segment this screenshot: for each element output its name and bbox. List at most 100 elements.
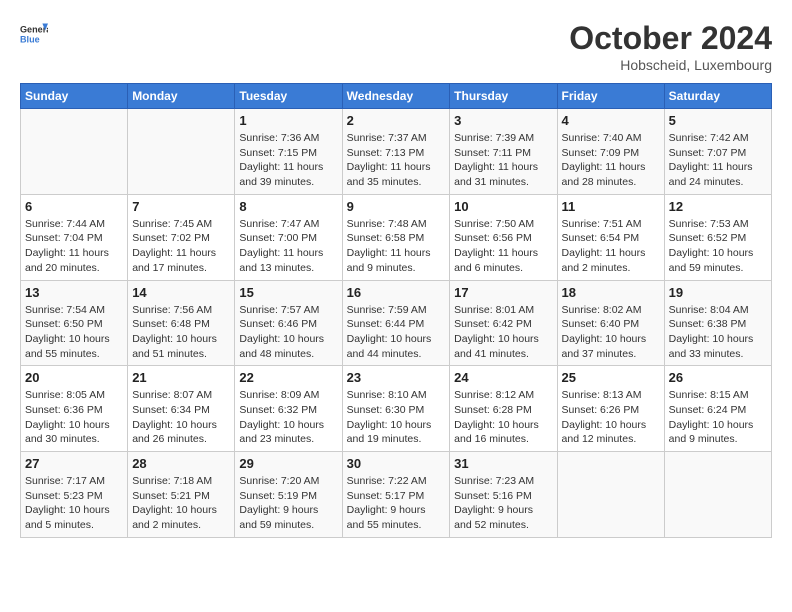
calendar-cell — [557, 452, 664, 538]
day-info: Sunrise: 7:20 AM Sunset: 5:19 PM Dayligh… — [239, 474, 337, 533]
day-info: Sunrise: 7:22 AM Sunset: 5:17 PM Dayligh… — [347, 474, 446, 533]
calendar-cell: 30 Sunrise: 7:22 AM Sunset: 5:17 PM Dayli… — [342, 452, 450, 538]
day-number: 28 — [132, 456, 230, 471]
day-info: Sunrise: 8:12 AM Sunset: 6:28 PM Dayligh… — [454, 388, 552, 447]
header-row: SundayMondayTuesdayWednesdayThursdayFrid… — [21, 84, 772, 109]
day-number: 2 — [347, 113, 446, 128]
calendar-cell: 1 Sunrise: 7:36 AM Sunset: 7:15 PM Daylig… — [235, 109, 342, 195]
day-info: Sunrise: 7:39 AM Sunset: 7:11 PM Dayligh… — [454, 131, 552, 190]
day-number: 7 — [132, 199, 230, 214]
day-number: 11 — [562, 199, 660, 214]
day-info: Sunrise: 8:01 AM Sunset: 6:42 PM Dayligh… — [454, 303, 552, 362]
calendar-cell: 3 Sunrise: 7:39 AM Sunset: 7:11 PM Daylig… — [450, 109, 557, 195]
day-number: 25 — [562, 370, 660, 385]
day-info: Sunrise: 8:05 AM Sunset: 6:36 PM Dayligh… — [25, 388, 123, 447]
calendar-cell: 5 Sunrise: 7:42 AM Sunset: 7:07 PM Daylig… — [664, 109, 771, 195]
day-number: 15 — [239, 285, 337, 300]
day-number: 12 — [669, 199, 767, 214]
general-blue-logo-icon: General Blue — [20, 20, 48, 48]
header-cell-monday: Monday — [128, 84, 235, 109]
day-info: Sunrise: 8:13 AM Sunset: 6:26 PM Dayligh… — [562, 388, 660, 447]
calendar-cell: 6Sunrise: 7:44 AM Sunset: 7:04 PM Daylig… — [21, 194, 128, 280]
day-info: Sunrise: 8:04 AM Sunset: 6:38 PM Dayligh… — [669, 303, 767, 362]
day-info: Sunrise: 8:10 AM Sunset: 6:30 PM Dayligh… — [347, 388, 446, 447]
day-info: Sunrise: 7:37 AM Sunset: 7:13 PM Dayligh… — [347, 131, 446, 190]
day-number: 26 — [669, 370, 767, 385]
calendar-cell: 16Sunrise: 7:59 AM Sunset: 6:44 PM Dayli… — [342, 280, 450, 366]
day-number: 3 — [454, 113, 552, 128]
logo: General Blue — [20, 20, 48, 48]
calendar-cell: 28 Sunrise: 7:18 AM Sunset: 5:21 PM Dayli… — [128, 452, 235, 538]
day-number: 27 — [25, 456, 123, 471]
day-number: 18 — [562, 285, 660, 300]
day-info: Sunrise: 7:56 AM Sunset: 6:48 PM Dayligh… — [132, 303, 230, 362]
calendar-cell: 24 Sunrise: 8:12 AM Sunset: 6:28 PM Dayli… — [450, 366, 557, 452]
calendar-cell: 15 Sunrise: 7:57 AM Sunset: 6:46 PM Dayli… — [235, 280, 342, 366]
day-info: Sunrise: 7:48 AM Sunset: 6:58 PM Dayligh… — [347, 217, 446, 276]
header-cell-tuesday: Tuesday — [235, 84, 342, 109]
day-info: Sunrise: 7:17 AM Sunset: 5:23 PM Dayligh… — [25, 474, 123, 533]
day-number: 4 — [562, 113, 660, 128]
day-info: Sunrise: 7:47 AM Sunset: 7:00 PM Dayligh… — [239, 217, 337, 276]
day-info: Sunrise: 7:23 AM Sunset: 5:16 PM Dayligh… — [454, 474, 552, 533]
day-info: Sunrise: 8:02 AM Sunset: 6:40 PM Dayligh… — [562, 303, 660, 362]
day-info: Sunrise: 8:07 AM Sunset: 6:34 PM Dayligh… — [132, 388, 230, 447]
calendar-cell: 27 Sunrise: 7:17 AM Sunset: 5:23 PM Dayli… — [21, 452, 128, 538]
calendar-cell: 7 Sunrise: 7:45 AM Sunset: 7:02 PM Daylig… — [128, 194, 235, 280]
day-number: 5 — [669, 113, 767, 128]
calendar-week-3: 13 Sunrise: 7:54 AM Sunset: 6:50 PM Dayli… — [21, 280, 772, 366]
calendar-cell: 4 Sunrise: 7:40 AM Sunset: 7:09 PM Daylig… — [557, 109, 664, 195]
day-info: Sunrise: 7:50 AM Sunset: 6:56 PM Dayligh… — [454, 217, 552, 276]
day-number: 19 — [669, 285, 767, 300]
day-number: 30 — [347, 456, 446, 471]
calendar-cell: 19 Sunrise: 8:04 AM Sunset: 6:38 PM Dayli… — [664, 280, 771, 366]
location-subtitle: Hobscheid, Luxembourg — [569, 57, 772, 73]
day-info: Sunrise: 7:40 AM Sunset: 7:09 PM Dayligh… — [562, 131, 660, 190]
calendar-cell: 14 Sunrise: 7:56 AM Sunset: 6:48 PM Dayli… — [128, 280, 235, 366]
calendar-table: SundayMondayTuesdayWednesdayThursdayFrid… — [20, 83, 772, 538]
calendar-cell — [21, 109, 128, 195]
calendar-week-2: 6Sunrise: 7:44 AM Sunset: 7:04 PM Daylig… — [21, 194, 772, 280]
day-number: 23 — [347, 370, 446, 385]
day-info: Sunrise: 7:42 AM Sunset: 7:07 PM Dayligh… — [669, 131, 767, 190]
day-info: Sunrise: 7:54 AM Sunset: 6:50 PM Dayligh… — [25, 303, 123, 362]
calendar-cell: 22 Sunrise: 8:09 AM Sunset: 6:32 PM Dayli… — [235, 366, 342, 452]
day-number: 16 — [347, 285, 446, 300]
calendar-week-1: 1 Sunrise: 7:36 AM Sunset: 7:15 PM Daylig… — [21, 109, 772, 195]
day-info: Sunrise: 7:53 AM Sunset: 6:52 PM Dayligh… — [669, 217, 767, 276]
calendar-cell: 8 Sunrise: 7:47 AM Sunset: 7:00 PM Daylig… — [235, 194, 342, 280]
calendar-cell: 13 Sunrise: 7:54 AM Sunset: 6:50 PM Dayli… — [21, 280, 128, 366]
day-number: 17 — [454, 285, 552, 300]
calendar-week-4: 20 Sunrise: 8:05 AM Sunset: 6:36 PM Dayli… — [21, 366, 772, 452]
day-info: Sunrise: 7:18 AM Sunset: 5:21 PM Dayligh… — [132, 474, 230, 533]
day-number: 13 — [25, 285, 123, 300]
day-number: 8 — [239, 199, 337, 214]
day-info: Sunrise: 7:36 AM Sunset: 7:15 PM Dayligh… — [239, 131, 337, 190]
day-number: 6 — [25, 199, 123, 214]
svg-text:Blue: Blue — [20, 34, 40, 44]
day-number: 21 — [132, 370, 230, 385]
calendar-cell: 23 Sunrise: 8:10 AM Sunset: 6:30 PM Dayli… — [342, 366, 450, 452]
day-number: 22 — [239, 370, 337, 385]
calendar-cell: 2 Sunrise: 7:37 AM Sunset: 7:13 PM Daylig… — [342, 109, 450, 195]
day-info: Sunrise: 8:09 AM Sunset: 6:32 PM Dayligh… — [239, 388, 337, 447]
calendar-cell: 26 Sunrise: 8:15 AM Sunset: 6:24 PM Dayli… — [664, 366, 771, 452]
header-cell-saturday: Saturday — [664, 84, 771, 109]
day-number: 20 — [25, 370, 123, 385]
calendar-cell — [664, 452, 771, 538]
day-info: Sunrise: 8:15 AM Sunset: 6:24 PM Dayligh… — [669, 388, 767, 447]
day-number: 1 — [239, 113, 337, 128]
day-number: 24 — [454, 370, 552, 385]
calendar-body: 1 Sunrise: 7:36 AM Sunset: 7:15 PM Daylig… — [21, 109, 772, 538]
calendar-cell: 25 Sunrise: 8:13 AM Sunset: 6:26 PM Dayli… — [557, 366, 664, 452]
day-info: Sunrise: 7:51 AM Sunset: 6:54 PM Dayligh… — [562, 217, 660, 276]
calendar-cell: 18 Sunrise: 8:02 AM Sunset: 6:40 PM Dayli… — [557, 280, 664, 366]
day-info: Sunrise: 7:45 AM Sunset: 7:02 PM Dayligh… — [132, 217, 230, 276]
day-number: 31 — [454, 456, 552, 471]
day-info: Sunrise: 7:57 AM Sunset: 6:46 PM Dayligh… — [239, 303, 337, 362]
header-cell-friday: Friday — [557, 84, 664, 109]
calendar-cell: 9Sunrise: 7:48 AM Sunset: 6:58 PM Daylig… — [342, 194, 450, 280]
header-cell-thursday: Thursday — [450, 84, 557, 109]
day-number: 14 — [132, 285, 230, 300]
calendar-cell: 11 Sunrise: 7:51 AM Sunset: 6:54 PM Dayli… — [557, 194, 664, 280]
